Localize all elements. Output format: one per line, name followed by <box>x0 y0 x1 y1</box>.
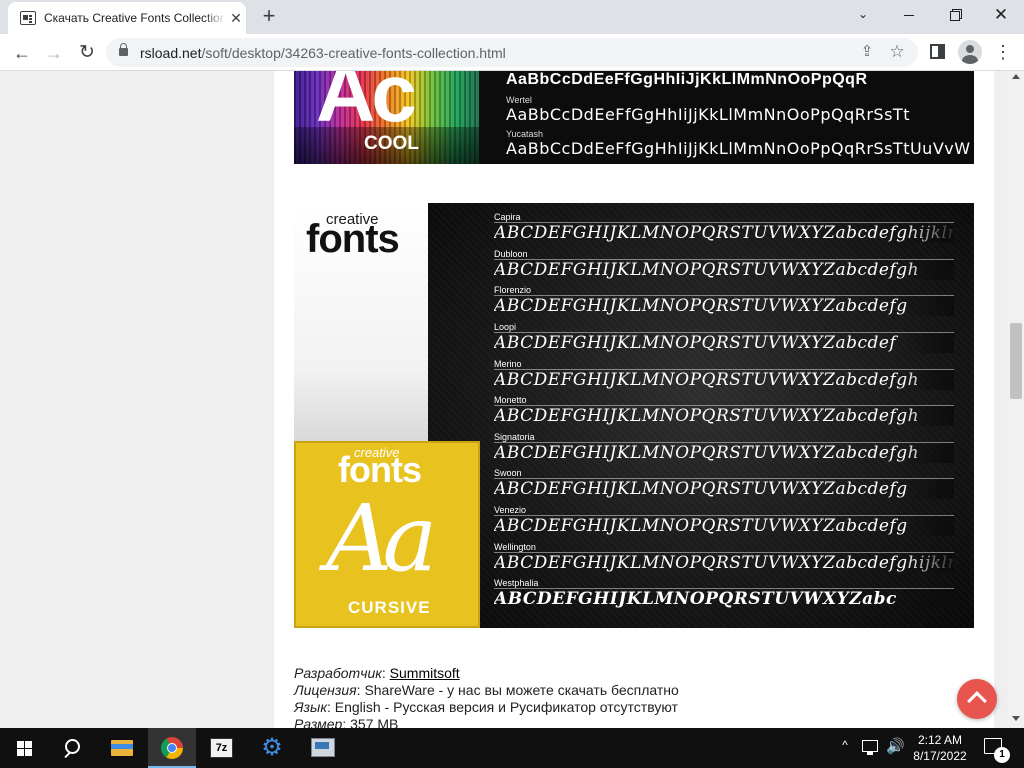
url-text[interactable]: rsload.net/soft/desktop/34263-creative-f… <box>140 45 506 61</box>
browser-tab[interactable]: Скачать Creative Fonts Collection ✕ <box>8 2 246 34</box>
font-sample-row: Venezio ABCDEFGHIJKLMNOPQRSTUVWXYZabcdefg <box>494 505 954 542</box>
menu-kebab-icon[interactable]: ⋮ <box>994 40 1012 64</box>
scroll-up-arrow-icon[interactable] <box>1012 74 1020 79</box>
side-panel-icon[interactable] <box>930 44 945 59</box>
cursive-aa-glyph: Aa <box>326 485 437 592</box>
star-icon[interactable]: ☆ <box>888 42 906 62</box>
cool-font-row: Yucatash AaBbCcDdEeFfGgHhIiJjKkLlMmNnOoP… <box>506 129 971 158</box>
restore-window-button[interactable] <box>932 0 978 30</box>
cursive-label: CURSIVE <box>348 598 431 617</box>
tab-close-icon[interactable]: ✕ <box>228 10 244 26</box>
license-line: Лицензия: ShareWare - у нас вы можете ск… <box>294 682 679 698</box>
browser-tab-strip: Скачать Creative Fonts Collection ✕ + ⌄ … <box>0 0 1024 34</box>
article-content: Ac COOL AaBbCcDdEeFfGgHhIiJjKkLlMmNnOoPp… <box>274 71 994 728</box>
tab-search-chevron-icon[interactable]: ⌄ <box>840 0 886 30</box>
cool-font-row: AaBbCcDdEeFfGgHhIiJjKkLlMmNnOoPpQqR <box>506 71 868 88</box>
cool-font-row: Wertel AaBbCcDdEeFfGgHhIiJjKkLlMmNnOoPpQ… <box>506 95 910 124</box>
volume-icon[interactable]: 🔊 <box>886 737 905 755</box>
search-icon[interactable] <box>48 728 96 768</box>
size-line: Размер: 357 MB <box>294 716 399 728</box>
clock-time: 2:12 AM <box>917 733 963 747</box>
clock[interactable]: 2:12 AM 8/17/2022 <box>904 732 976 764</box>
font-sample-row: Loopi ABCDEFGHIJKLMNOPQRSTUVWXYZabcdef <box>494 322 954 359</box>
forward-arrow-icon[interactable]: → <box>41 40 67 66</box>
tab-title: Скачать Creative Fonts Collection <box>44 11 224 25</box>
page-scrollbar[interactable] <box>1008 71 1024 728</box>
font-sample-row: Swoon ABCDEFGHIJKLMNOPQRSTUVWXYZabcdefg <box>494 468 954 505</box>
file-explorer-icon[interactable] <box>98 728 146 768</box>
developer-link[interactable]: Summitsoft <box>390 665 460 681</box>
clock-date: 8/17/2022 <box>913 749 967 763</box>
browser-toolbar: ← → ↻ rsload.net/soft/desktop/34263-crea… <box>0 34 1024 71</box>
minimize-window-button[interactable] <box>886 0 932 30</box>
font-sample-row: Monetto ABCDEFGHIJKLMNOPQRSTUVWXYZabcdefg… <box>494 395 954 432</box>
font-sample-row: Signatoria ABCDEFGHIJKLMNOPQRSTUVWXYZabcd… <box>494 432 954 469</box>
back-arrow-icon[interactable]: ← <box>9 40 35 66</box>
cursive-fonts-banner-image: creative fonts creative fonts Aa CURSIVE… <box>294 203 974 628</box>
font-sample-row: Dubloon ABCDEFGHIJKLMNOPQRSTUVWXYZabcdefg… <box>494 249 954 286</box>
cool-art-letters: Ac <box>316 71 417 139</box>
page-viewport: Ac COOL AaBbCcDdEeFfGgHhIiJjKkLlMmNnOoPp… <box>0 71 1008 728</box>
font-sample-row: Capira ABCDEFGHIJKLMNOPQRSTUVWXYZabcdefgh… <box>494 212 954 243</box>
chrome-icon[interactable] <box>148 728 196 768</box>
share-icon[interactable]: ⇪ <box>858 43 876 61</box>
scroll-down-arrow-icon[interactable] <box>1012 716 1020 721</box>
reload-icon[interactable]: ↻ <box>74 40 100 66</box>
scrollbar-thumb[interactable] <box>1010 323 1022 399</box>
cool-label: COOL <box>364 133 419 154</box>
font-sample-row: Merino ABCDEFGHIJKLMNOPQRSTUVWXYZabcdefgh <box>494 359 954 396</box>
language-line: Язык: English - Русская версия и Русифик… <box>294 699 678 715</box>
page-favicon-icon <box>20 11 36 25</box>
start-icon[interactable] <box>0 728 48 768</box>
software-info: Разработчик: Summitsoft Лицензия: ShareW… <box>294 665 679 728</box>
font-sample-row: Florenzio ABCDEFGHIJKLMNOPQRSTUVWXYZabcde… <box>494 285 954 322</box>
close-window-button[interactable]: ✕ <box>978 0 1024 30</box>
font-sample-row: Westphalia ABCDEFGHIJKLMNOPQRSTUVWXYZabc <box>494 578 954 615</box>
control-panel-icon[interactable] <box>298 728 346 768</box>
creative-fonts-logo-panel: creative fonts <box>294 203 428 441</box>
network-icon[interactable] <box>862 740 878 755</box>
lock-icon[interactable] <box>119 43 128 56</box>
cool-fonts-banner-image: Ac COOL AaBbCcDdEeFfGgHhIiJjKkLlMmNnOoPp… <box>294 71 974 164</box>
new-tab-button[interactable]: + <box>256 5 282 29</box>
address-bar[interactable]: rsload.net/soft/desktop/34263-creative-f… <box>106 38 918 67</box>
tray-overflow-chevron-icon[interactable]: ^ <box>838 738 852 752</box>
7zip-icon[interactable]: 7z <box>198 728 246 768</box>
arrow-up-icon[interactable] <box>957 679 997 719</box>
settings-gear-icon[interactable]: ⚙ <box>248 728 296 768</box>
notification-count-badge: 1 <box>994 747 1010 763</box>
windows-taskbar: 7z ⚙ ^ 🔊 2:12 AM 8/17/2022 1 <box>0 728 1024 768</box>
cursive-cover-art: creative fonts Aa CURSIVE <box>294 441 480 628</box>
font-sample-row: Wellington ABCDEFGHIJKLMNOPQRSTUVWXYZabcd… <box>494 542 954 573</box>
developer-line: Разработчик: Summitsoft <box>294 665 460 681</box>
profile-icon[interactable] <box>958 40 982 64</box>
logo-fonts-text: fonts <box>306 217 400 261</box>
